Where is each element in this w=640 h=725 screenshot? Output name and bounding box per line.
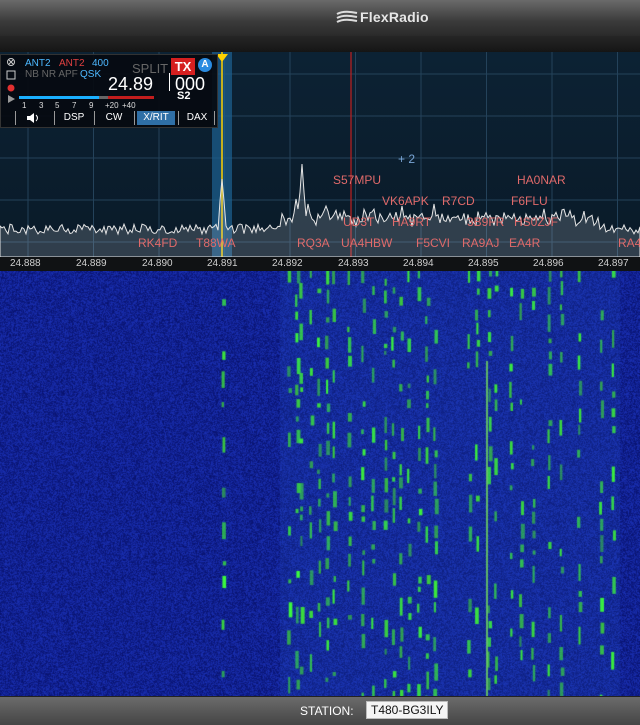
spot-label[interactable]: S57MPU bbox=[333, 173, 381, 187]
s-meter-reading: S2 bbox=[177, 90, 191, 102]
spot-label[interactable]: UD3T bbox=[343, 215, 374, 229]
waterfall[interactable] bbox=[0, 271, 640, 696]
spot-label[interactable]: VK6APK bbox=[382, 194, 429, 208]
spot-cluster-badge[interactable]: + 2 bbox=[398, 152, 415, 166]
tab-cw[interactable]: CW bbox=[97, 111, 131, 125]
rx-antenna[interactable]: ANT2 bbox=[25, 59, 51, 69]
spot-label[interactable]: RA9AJ bbox=[462, 236, 499, 250]
frequency-scale[interactable]: 24.888 24.889 24.890 24.891 24.892 24.89… bbox=[0, 257, 640, 271]
freq-tick: 24.888 bbox=[10, 258, 41, 269]
spot-label[interactable]: T88WA bbox=[196, 236, 236, 250]
s-meter-scale-label: +20 bbox=[105, 101, 119, 110]
spot-label[interactable]: HA9RT bbox=[392, 215, 431, 229]
lock-icon bbox=[6, 70, 16, 80]
freq-tick: 24.892 bbox=[272, 258, 303, 269]
spot-label[interactable]: RQ3A bbox=[297, 236, 330, 250]
spot-label[interactable]: EA4R bbox=[509, 236, 540, 250]
toolbar-strip bbox=[0, 36, 640, 52]
s-meter-over bbox=[108, 96, 154, 99]
freq-tick: 24.897 bbox=[598, 258, 629, 269]
s-meter-scale-label: +40 bbox=[122, 101, 136, 110]
title-bar: FlexRadio bbox=[0, 0, 640, 37]
spot-label[interactable]: RK4FD bbox=[138, 236, 177, 250]
s-meter-scale-label: 1 bbox=[22, 101, 27, 110]
tx-antenna[interactable]: ANT2 bbox=[59, 59, 85, 69]
flexradio-logo-icon bbox=[336, 10, 358, 23]
tab-xrit[interactable]: X/RIT bbox=[137, 111, 175, 125]
spot-label[interactable]: F5CVI bbox=[416, 236, 450, 250]
freq-tick: 24.895 bbox=[468, 258, 499, 269]
spot-label[interactable]: F6FLU bbox=[511, 194, 548, 208]
s-meter-scale-label: 5 bbox=[55, 101, 60, 110]
freq-tick: 24.890 bbox=[142, 258, 173, 269]
dsp-flags: NB NR APF bbox=[25, 69, 78, 80]
station-label: STATION: bbox=[300, 704, 354, 718]
waterfall-canvas bbox=[0, 271, 640, 696]
freq-tick: 24.896 bbox=[533, 258, 564, 269]
filter-width[interactable]: 400 bbox=[92, 59, 109, 69]
freq-tick: 24.893 bbox=[338, 258, 369, 269]
app-title: FlexRadio bbox=[360, 9, 429, 25]
tx-badge[interactable]: TX bbox=[171, 58, 195, 75]
record-icon bbox=[7, 84, 15, 92]
spot-label[interactable]: R7CD bbox=[442, 194, 475, 208]
play-icon bbox=[8, 95, 15, 103]
panadapter[interactable]: ANT2 ANT2 400 NB NR APF QSK SPLIT TX A 2… bbox=[0, 52, 640, 257]
spot-label[interactable]: HA0NAR bbox=[517, 173, 566, 187]
tab-dax[interactable]: DAX bbox=[182, 111, 212, 125]
s-meter-scale-label: 7 bbox=[72, 101, 77, 110]
s-meter-scale-label: 3 bbox=[39, 101, 44, 110]
spot-label[interactable]: UA4HBW bbox=[341, 236, 392, 250]
frequency-display[interactable]: 24.89 bbox=[108, 75, 153, 93]
slice-control-icons bbox=[6, 58, 16, 103]
station-selector[interactable]: T480-BG3ILY bbox=[366, 701, 449, 719]
freq-tick: 24.894 bbox=[403, 258, 434, 269]
tab-dsp[interactable]: DSP bbox=[57, 111, 91, 125]
slice-flag-panel[interactable]: ANT2 ANT2 400 NB NR APF QSK SPLIT TX A 2… bbox=[0, 54, 218, 128]
audio-icon[interactable] bbox=[26, 112, 40, 124]
slice-letter[interactable]: A bbox=[198, 58, 212, 72]
qsk-label: QSK bbox=[80, 69, 102, 80]
frequency-separator bbox=[169, 73, 170, 91]
freq-tick: 24.889 bbox=[76, 258, 107, 269]
spot-label[interactable]: HS0ZJF bbox=[514, 215, 558, 229]
spot-label[interactable]: RA4 bbox=[618, 236, 640, 250]
s-meter-scale-label: 9 bbox=[89, 101, 94, 110]
status-bar: STATION: T480-BG3ILY bbox=[0, 696, 640, 725]
spot-label[interactable]: 3B9FR bbox=[467, 215, 504, 229]
freq-tick: 24.891 bbox=[207, 258, 238, 269]
